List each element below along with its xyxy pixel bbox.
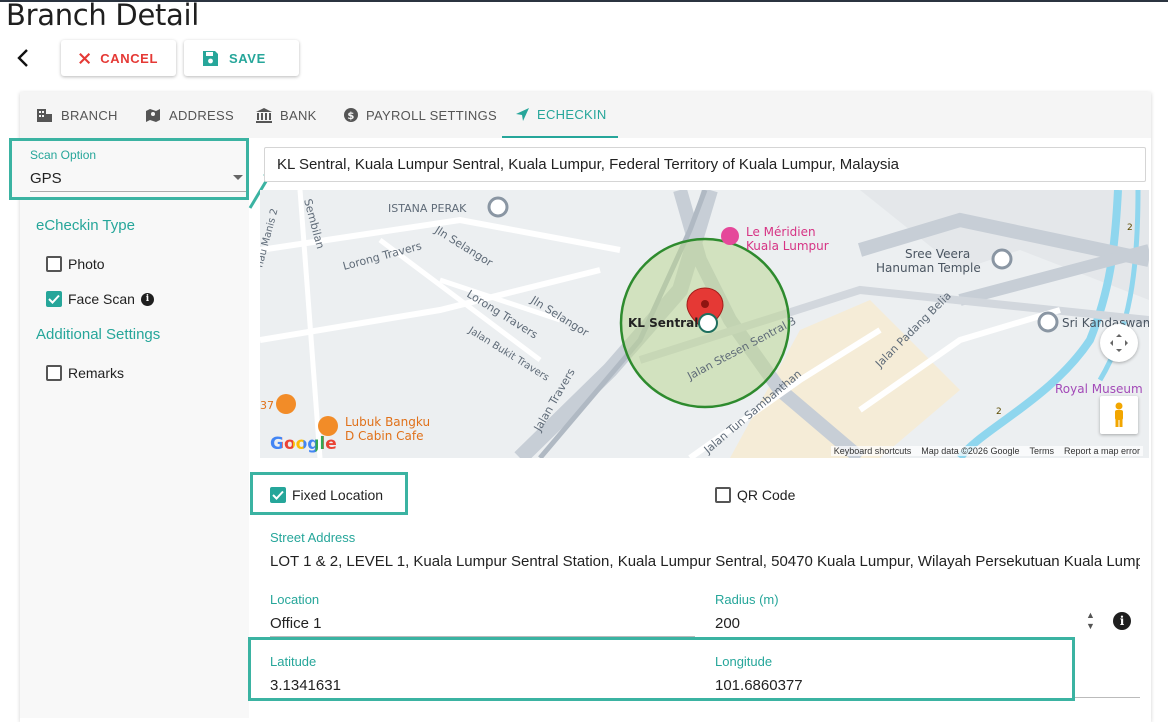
chevron-left-icon [17, 49, 28, 67]
page-title: Branch Detail [6, 0, 200, 32]
scan-option-select[interactable]: GPS [30, 170, 62, 187]
checkbox-box[interactable] [270, 487, 286, 503]
map-attribution: Keyboard shortcuts Map data ©2026 Google… [830, 446, 1143, 456]
street-address-input[interactable]: LOT 1 & 2, LEVEL 1, Kuala Lumpur Sentral… [270, 553, 1140, 570]
save-button-label: SAVE [229, 50, 266, 66]
tab-payroll-settings[interactable]: $ PAYROLL SETTINGS [344, 92, 497, 138]
check-icon [48, 294, 60, 304]
google-logo-text: Google [270, 434, 337, 454]
tab-bank-label: BANK [280, 107, 317, 123]
fixed-location-label: Fixed Location [292, 487, 384, 503]
tab-payroll-settings-label: PAYROLL SETTINGS [366, 107, 497, 123]
map-data-text: Map data ©2026 Google [921, 446, 1020, 456]
latitude-label: Latitude [270, 654, 317, 669]
tab-branch[interactable]: BRANCH [36, 92, 118, 138]
scan-option-label: Scan Option [30, 148, 97, 162]
report-map-error-link[interactable]: Report a map error [1064, 446, 1140, 456]
face-scan-checkbox-label: Face Scan [68, 291, 135, 307]
map-label-37: 37 [260, 399, 274, 412]
map-label-istana: ISTANA PERAK [388, 202, 467, 215]
latitude-input[interactable]: 3.1341631 [270, 677, 690, 694]
map-label-royal-museum: Royal Museum [1055, 382, 1143, 396]
map-canvas[interactable]: ISTANA PERAK Lorong Travers Jln Selangor… [260, 190, 1149, 458]
bank-icon [256, 107, 272, 123]
floppy-disk-icon [203, 50, 218, 66]
building-icon [37, 108, 52, 122]
tab-branch-label: BRANCH [61, 107, 118, 123]
map-label-road-2b: 2 [996, 407, 1002, 417]
scan-option-underline [30, 191, 246, 192]
location-label: Location [270, 592, 320, 607]
map-pan-control[interactable] [1100, 324, 1138, 362]
longitude-input[interactable]: 101.6860377 [715, 677, 1065, 694]
street-view-pegman[interactable] [1100, 396, 1138, 434]
remarks-checkbox-label: Remarks [68, 365, 125, 381]
longitude-label: Longitude [715, 654, 773, 669]
close-icon [79, 52, 91, 64]
location-arrow-icon [516, 107, 529, 121]
google-logo[interactable]: Google [270, 434, 337, 454]
map-label-veera-1: Sree Veera [905, 247, 970, 261]
terms-link[interactable]: Terms [1029, 446, 1054, 456]
checkbox-box[interactable] [46, 291, 62, 307]
cancel-button-label: CANCEL [100, 50, 158, 66]
map-label-road-2a: 2 [1127, 223, 1133, 233]
check-icon [272, 490, 284, 500]
pan-arrows-icon [1110, 334, 1128, 352]
tab-address-label: ADDRESS [169, 107, 234, 123]
face-scan-checkbox[interactable]: Face Scan i [46, 291, 154, 307]
echeckin-type-title: eCheckin Type [36, 217, 135, 234]
checkbox-box[interactable] [715, 487, 731, 503]
checkbox-box[interactable] [46, 365, 62, 381]
map-label-meridien-1: Le Méridien [746, 225, 816, 239]
tab-echeckin-label: ECHECKIN [537, 106, 607, 122]
tab-address[interactable]: ADDRESS [145, 92, 234, 138]
photo-checkbox-label: Photo [68, 256, 105, 272]
remarks-checkbox[interactable]: Remarks [46, 365, 124, 381]
location-search-input[interactable] [264, 147, 1146, 182]
map-label-lubuk-2: D Cabin Cafe [345, 429, 424, 443]
cancel-button[interactable]: CANCEL [61, 40, 176, 76]
checkbox-box[interactable] [46, 256, 62, 272]
qr-code-label: QR Code [737, 487, 796, 503]
info-icon[interactable]: i [1113, 612, 1131, 630]
tab-bank[interactable]: BANK [256, 92, 317, 138]
info-icon[interactable]: i [140, 292, 154, 306]
radius-label: Radius (m) [715, 592, 779, 607]
map-icon [146, 108, 160, 122]
dollar-icon: $ [344, 108, 358, 122]
save-button[interactable]: SAVE [184, 40, 299, 76]
tab-bar: BRANCH ADDRESS BANK $ PAYROLL SETTINGS E… [20, 92, 1151, 138]
qr-code-checkbox[interactable]: QR Code [715, 487, 795, 503]
map-label-meridien-2: Kuala Lumpur [746, 239, 829, 253]
longitude-underline [1075, 697, 1140, 698]
additional-settings-title: Additional Settings [36, 326, 161, 343]
pegman-icon [1115, 402, 1123, 427]
radius-input[interactable]: 200 [715, 615, 1075, 632]
location-input[interactable]: Office 1 [270, 615, 690, 632]
caret-down-icon[interactable] [233, 175, 243, 180]
svg-text:$: $ [347, 111, 354, 122]
back-button[interactable] [10, 44, 36, 72]
map-label-veera-2: Hanuman Temple [876, 261, 981, 275]
google-map[interactable]: ISTANA PERAK Lorong Travers Jln Selangor… [260, 190, 1149, 458]
keyboard-shortcuts-link[interactable]: Keyboard shortcuts [834, 446, 912, 456]
tab-echeckin[interactable]: ECHECKIN [502, 92, 618, 138]
radius-stepper[interactable]: ▲ ▼ [1086, 610, 1095, 632]
fixed-location-checkbox[interactable]: Fixed Location [270, 487, 383, 503]
street-address-label: Street Address [270, 530, 356, 545]
map-label-lubuk-1: Lubuk Bangku [345, 415, 430, 429]
photo-checkbox[interactable]: Photo [46, 256, 105, 272]
map-label-kl-sentral: KL Sentral [628, 316, 698, 330]
